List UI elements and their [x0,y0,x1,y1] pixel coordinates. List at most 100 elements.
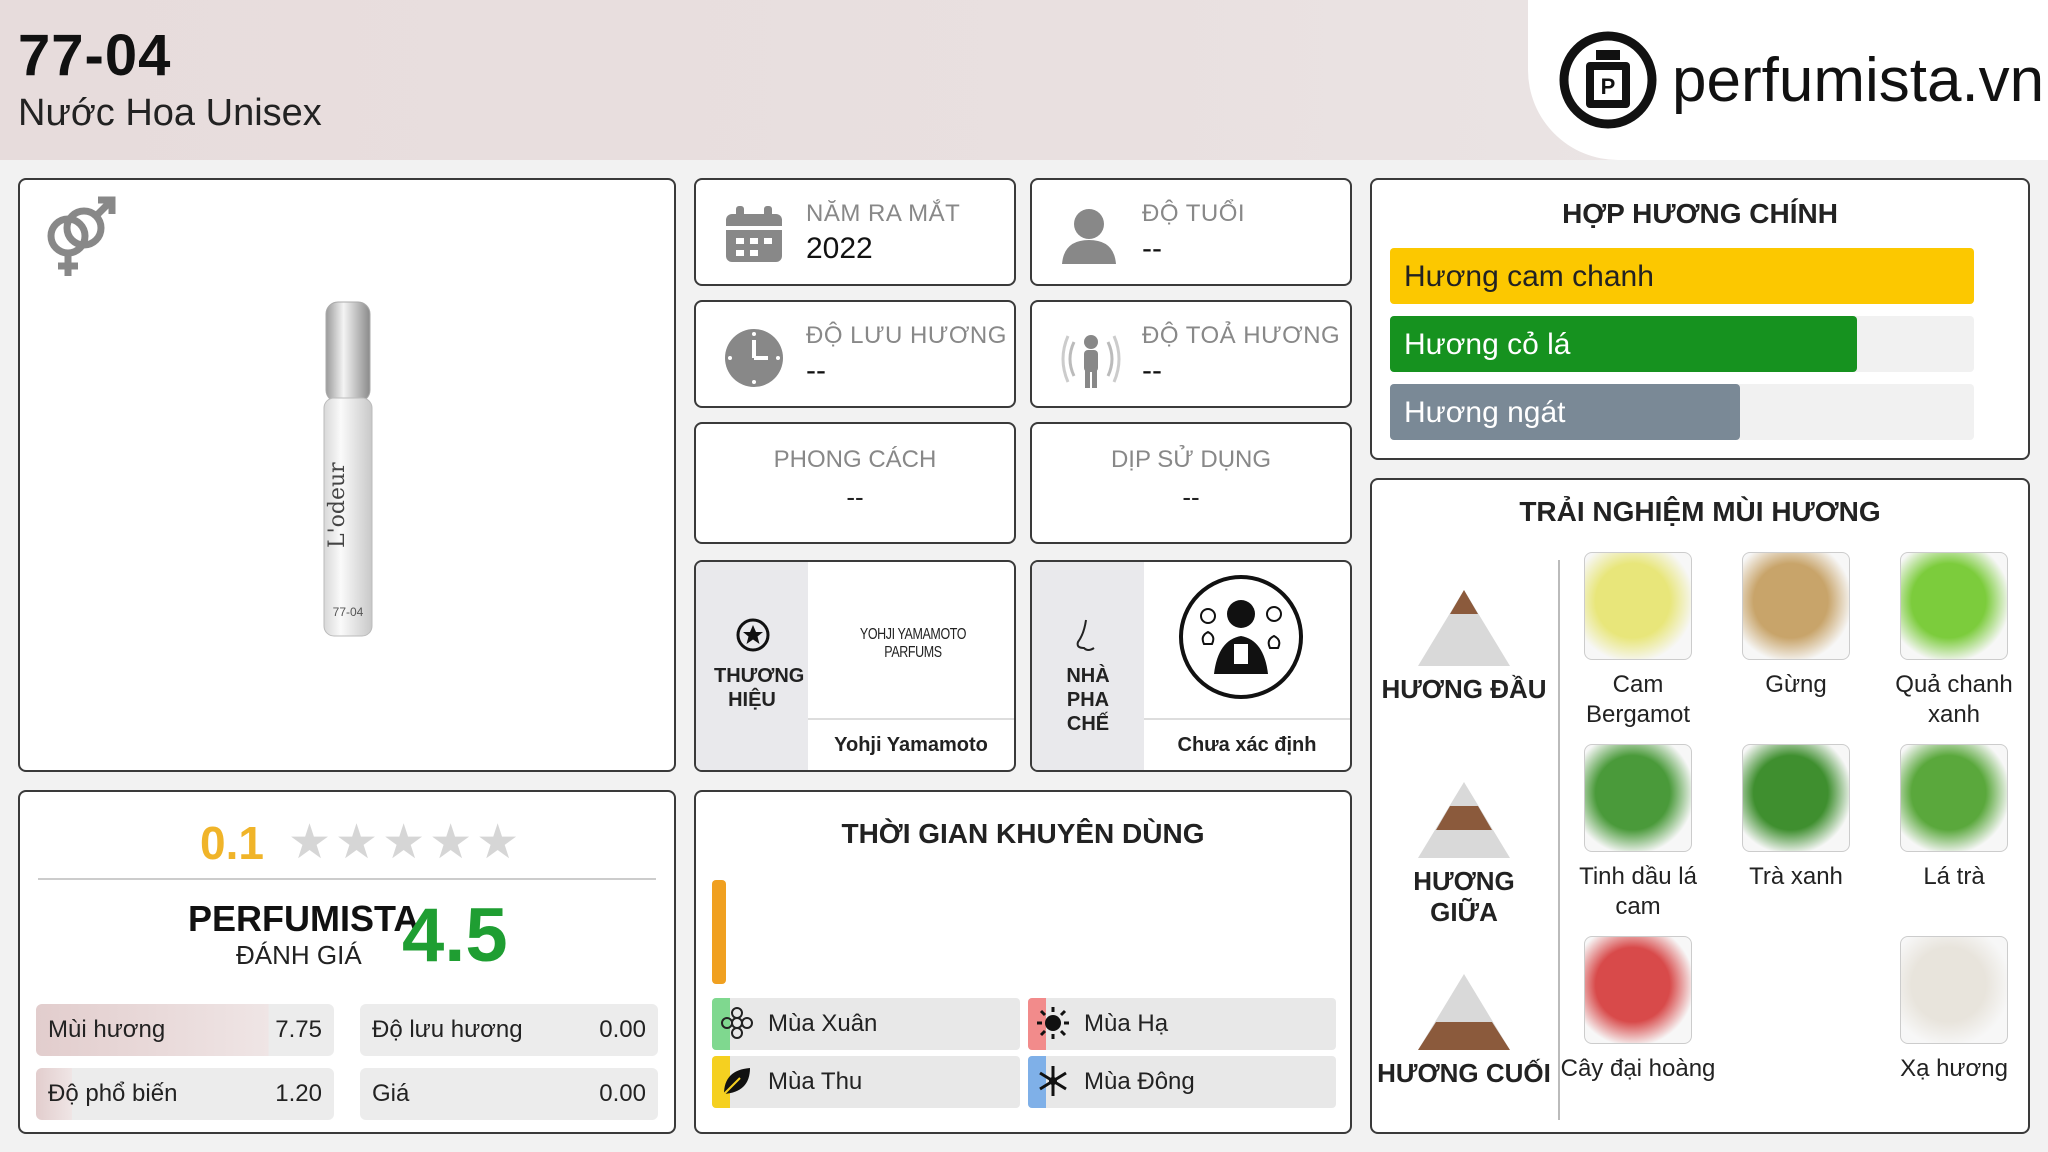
sillage-card: ĐỘ TOẢ HƯƠNG -- [1030,300,1352,408]
user-rating-score: 0.1 [200,817,264,869]
accord-track: Hương ngát [1390,384,1974,440]
note-tier-label: HƯƠNG ĐẦU [1381,674,1547,704]
accord-label: Hương cỏ lá [1404,328,1571,361]
sun-icon [1036,1006,1070,1047]
rating-metric: Giá 0.00 [360,1068,658,1120]
note-name: Tinh dầu lá cam [1579,863,1697,920]
occasion-card: DỊP SỬ DỤNG -- [1030,422,1352,544]
leaf-icon [720,1064,754,1105]
user-rating-stars[interactable]: ★★★★★ [288,814,523,870]
longevity-card: ĐỘ LƯU HƯƠNG -- [694,300,1016,408]
rating-metric-value: 1.20 [275,1080,322,1107]
rating-card: 0.1 ★★★★★ PERFUMISTA ĐÁNH GIÁ 4.5 Mùi hư… [18,790,676,1134]
product-image-card: L'odeur 77-04 [18,178,676,772]
season-item: Mùa Thu [712,1056,1020,1108]
time-of-day-bar [712,880,726,984]
note-tier-label: HƯƠNG GIỮA [1413,866,1515,927]
longevity-label: ĐỘ LƯU HƯƠNG [806,322,1007,349]
release-year-label: NĂM RA MẮT [806,200,961,227]
page-subtitle: Nước Hoa Unisex [18,92,322,134]
note-name: Gừng [1765,671,1827,698]
brand-card[interactable]: THƯƠNG HIỆU YOHJI YAMAMOTO PARFUMS Yohji… [694,560,1016,772]
rating-metric: Mùi hương 7.75 [36,1004,334,1056]
rating-metric-label: Độ phổ biến [48,1080,178,1107]
perfumista-rating-score: 4.5 [402,893,508,978]
snowflake-icon [1036,1064,1070,1105]
longevity-value: -- [806,354,826,387]
release-year-value: 2022 [806,232,873,265]
note-name: Xạ hương [1900,1055,2008,1082]
sillage-icon [1061,335,1121,388]
star-badge-icon [736,618,770,652]
note-image[interactable] [1742,744,1850,852]
season-item: Mùa Đông [1028,1056,1336,1108]
bottle-label: L'odeur [325,462,350,548]
season-label: Mùa Đông [1084,1068,1195,1095]
rating-metric-label: Độ lưu hương [372,1016,523,1043]
season-item: Mùa Xuân [712,998,1020,1050]
accord-track: Hương cỏ lá [1390,316,1974,372]
flower-icon [720,1006,754,1047]
note-image[interactable] [1900,744,2008,852]
site-logo[interactable]: P perfumista.vn [1528,0,2048,160]
note-image[interactable] [1584,552,1692,660]
perfumer-side-panel: NHÀ PHA CHẾ [1032,562,1144,770]
note-image[interactable] [1900,552,2008,660]
perfumer-label: NHÀ PHA CHẾ [1066,665,1110,735]
note-image[interactable] [1584,744,1692,852]
age-value: -- [1142,232,1162,265]
accord-label: Hương cam chanh [1404,260,1654,293]
note-image[interactable] [1742,552,1850,660]
note-name: Lá trà [1923,863,1985,890]
user-icon [1062,209,1116,264]
clock-icon [725,329,783,387]
note-name: Trà xanh [1749,863,1843,890]
scent-notes-title: TRẢI NGHIỆM MÙI HƯƠNG [1519,496,1881,527]
brand-name: Yohji Yamamoto [808,718,1014,770]
rating-metric-value: 0.00 [599,1016,646,1043]
bottle-code: 77-04 [333,605,364,619]
note-name: Cây đại hoàng [1560,1055,1716,1082]
brand-label: THƯƠNG HIỆU [714,665,805,711]
rating-metric-value: 0.00 [599,1080,646,1107]
note-image[interactable] [1900,936,2008,1044]
accords-title: HỢP HƯƠNG CHÍNH [1562,198,1838,229]
season-label: Mùa Xuân [768,1010,878,1037]
recommended-time-card: THỜI GIAN KHUYÊN DÙNG Mùa Xuân Mùa Hạ Mùa … [694,790,1352,1134]
note-tier-label: HƯƠNG CUỐI [1377,1058,1551,1088]
nose-icon [1076,619,1095,651]
style-value: -- [846,482,864,512]
release-year-card: NĂM RA MẮT 2022 [694,178,1016,286]
accord-label: Hương ngát [1404,396,1566,429]
calendar-icon [726,206,782,262]
rating-metric-label: Giá [372,1080,410,1107]
brand-side-panel: THƯƠNG HIỆU [696,562,808,770]
logo-text: perfumista.vn [1672,45,2045,115]
note-pyramid-icon [1418,974,1510,1050]
note-image[interactable] [1584,936,1692,1044]
perfumista-rating-sublabel: ĐÁNH GIÁ [236,940,362,970]
scent-notes-card: TRẢI NGHIỆM MÙI HƯƠNG HƯƠNG ĐẦU Cam Berga… [1370,478,2030,1134]
main-accords-card: HỢP HƯƠNG CHÍNH Hương cam chanh Hương cỏ … [1370,178,2030,460]
rating-metric-value: 7.75 [275,1016,322,1043]
rating-divider [38,878,656,880]
perfumer-card[interactable]: NHÀ PHA CHẾ Chưa xác định [1030,560,1352,772]
unisex-icon [47,196,116,276]
sillage-value: -- [1142,354,1162,387]
page-title: 77-04 [18,23,172,88]
age-label: ĐỘ TUỔI [1142,200,1246,227]
season-label: Mùa Thu [768,1068,863,1095]
perfumer-name: Chưa xác định [1144,718,1350,770]
page-header: 77-04 Nước Hoa Unisex P perfumista.vn [0,0,2048,160]
notes-divider [1558,560,1560,1120]
accord-track: Hương cam chanh [1390,248,1974,304]
season-label: Mùa Hạ [1084,1010,1169,1037]
rating-metric: Độ phổ biến 1.20 [36,1068,334,1120]
note-pyramid-icon [1418,590,1510,666]
age-card: ĐỘ TUỔI -- [1030,178,1352,286]
recommended-time-title: THỜI GIAN KHUYÊN DÙNG [841,818,1205,849]
occasion-label: DỊP SỬ DỤNG [1110,446,1272,473]
style-label: PHONG CÁCH [773,446,937,473]
sillage-label: ĐỘ TOẢ HƯƠNG [1142,322,1341,349]
svg-text:P: P [1601,74,1616,99]
